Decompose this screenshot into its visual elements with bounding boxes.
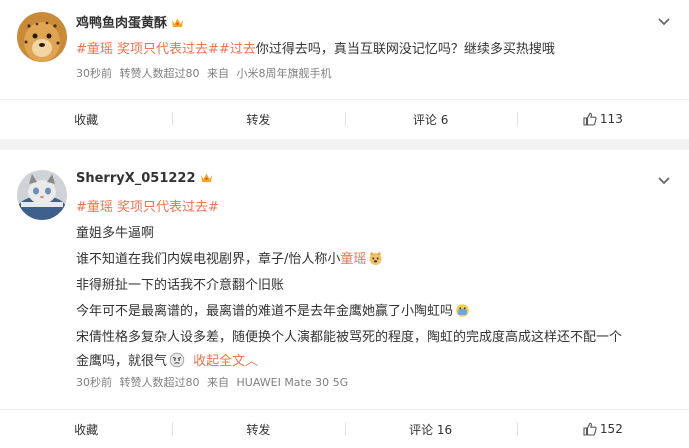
collect-button[interactable]: 收藏 [0,414,172,444]
cheetah-avatar-image [17,12,67,62]
post-text: #童瑶 奖项只代表过去##过去你过得去吗，真当互联网没记忆吗？继续多买热搜哦 [76,38,555,57]
post-meta: 30秒前 转赞人数超过80 来自 HUAWEI Mate 30 5G [76,374,352,390]
like-count: 152 [599,422,623,436]
weibo-post-card: SherryX_051222 #童瑶 奖项只代表过去# 童姐多牛逼啊 谁不知道在… [0,150,689,448]
post-time[interactable]: 30秒前 [76,376,112,389]
cat-avatar-image [17,170,67,220]
facepalm-emoji-icon [456,304,469,317]
nickname[interactable]: 鸡鸭鱼肉蛋黄酥 [76,12,184,31]
post-text-line: 童姐多牛逼啊 [76,226,155,241]
angry-face-emoji-icon [169,352,185,368]
chevron-down-icon[interactable] [657,17,671,27]
comment-label: 评论 6 [412,112,449,127]
text-segment: 金鹰吗，就很气 [76,354,168,369]
nickname-link[interactable]: 鸡鸭鱼肉蛋黄酥 [76,16,167,31]
repost-label: 转发 [246,112,271,127]
thumbs-up-icon [583,112,597,126]
repost-button[interactable]: 转发 [172,104,344,134]
collapse-text-link[interactable]: 收起全文︿ [193,354,258,369]
repost-label: 转发 [246,422,271,437]
source-device[interactable]: HUAWEI Mate 30 5G [237,376,349,389]
weibo-post-card: 鸡鸭鱼肉蛋黄酥 #童瑶 奖项只代表过去##过去你过得去吗，真当互联网没记忆吗？继… [0,0,689,139]
repost-button[interactable]: 转发 [172,414,344,444]
collect-button[interactable]: 收藏 [0,104,172,134]
collect-label: 收藏 [74,112,99,127]
topic-tag[interactable]: #童瑶 奖项只代表过去# [76,200,219,215]
source-prefix: 来自 [207,67,229,80]
post-text-line: 金鹰吗，就很气 收起全文︿ [76,350,258,369]
divider [0,409,689,410]
divider [0,99,689,100]
source-prefix: 来自 [207,376,229,389]
topic-tag[interactable]: #童瑶 奖项只代表过去# [76,42,219,57]
crown-icon [200,173,212,182]
chevron-down-icon[interactable] [657,176,671,186]
action-bar: 收藏 转发 评论 16 152 [0,414,689,444]
avatar[interactable] [17,170,67,220]
avatar[interactable] [17,12,67,62]
post-text-line: 谁不知道在我们内娱电视剧界，章子/怡人称小童瑶 [76,248,383,267]
source-device[interactable]: 小米8周年旗舰手机 [237,67,332,80]
nickname[interactable]: SherryX_051222 [76,171,213,186]
collect-label: 收藏 [74,422,99,437]
mention-link[interactable]: 童瑶 [340,252,366,267]
post-meta: 30秒前 转赞人数超过80 来自 小米8周年旗舰手机 [76,65,336,81]
repost-count-info: 转赞人数超过80 [119,67,200,80]
post-body: 你过得去吗，真当互联网没记忆吗？继续多买热搜哦 [255,42,555,57]
like-button[interactable]: 113 [516,104,689,134]
action-bar: 收藏 转发 评论 6 113 [0,104,689,134]
repost-count-info: 转赞人数超过80 [119,376,200,389]
text-segment: 谁不知道在我们内娱电视剧界，章子/怡人称小 [76,252,341,267]
text-segment: 今年可不是最离谱的，最离谱的难道不是去年金鹰她赢了小陶虹吗 [76,304,454,319]
like-count: 113 [599,112,623,126]
dog-face-emoji-icon [369,251,382,265]
post-time[interactable]: 30秒前 [76,67,112,80]
like-button[interactable]: 152 [516,414,689,444]
post-text-line: 非得掰扯一下的话我不介意翻个旧账 [76,278,285,293]
comment-button[interactable]: 评论 6 [344,104,517,134]
chevron-up-icon: ︿ [245,354,259,369]
topic-tag-fragment[interactable]: #过去 [219,42,256,57]
nickname-link[interactable]: SherryX_051222 [76,171,196,186]
post-text-line: 今年可不是最离谱的，最离谱的难道不是去年金鹰她赢了小陶虹吗 [76,300,470,319]
post-text-line: 宋倩性格多复杂人设多差，随便换个人演都能被骂死的程度，陶虹的完成度高成这样还不配… [76,330,623,345]
crown-icon [172,18,184,27]
topic-tag-line: #童瑶 奖项只代表过去# [76,196,219,215]
thumbs-up-icon [583,422,597,436]
comment-label: 评论 16 [409,422,453,437]
collapse-label[interactable]: 收起全文 [193,354,245,369]
comment-button[interactable]: 评论 16 [344,414,517,444]
